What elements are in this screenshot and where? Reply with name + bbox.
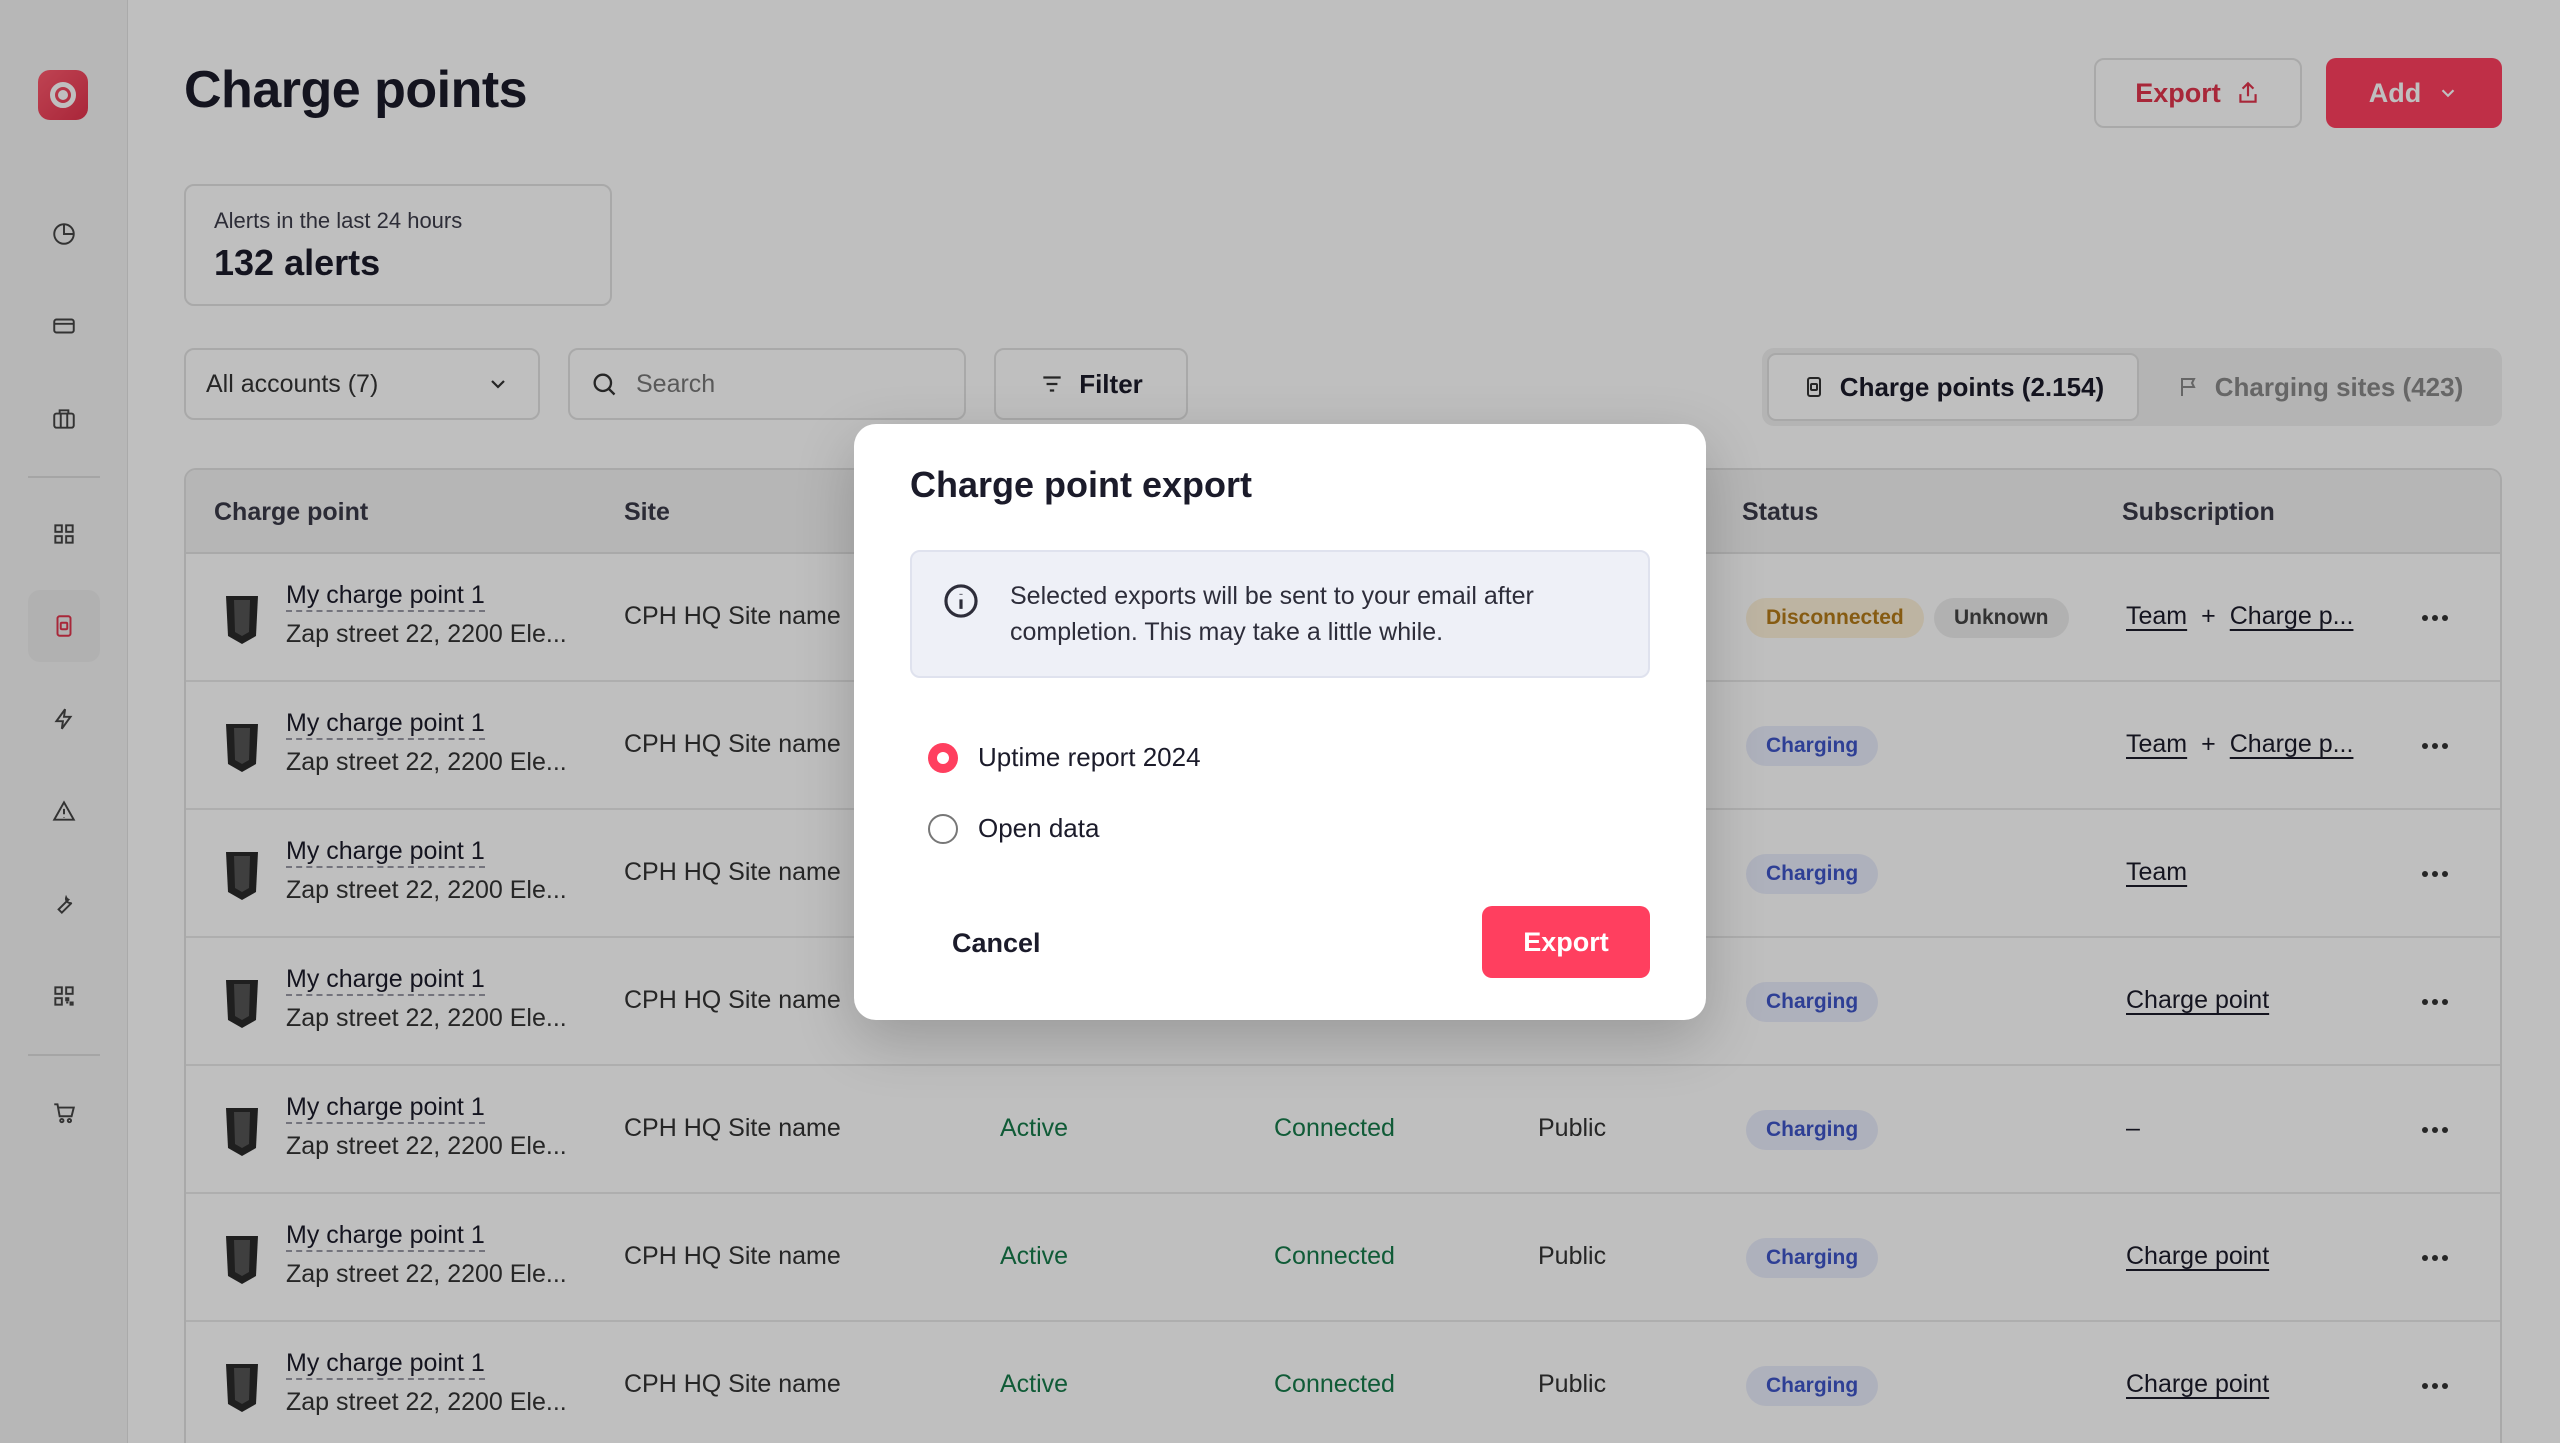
info-text: Selected exports will be sent to your em… xyxy=(1010,582,1534,646)
radio-uptime-report[interactable] xyxy=(928,742,958,773)
radio-open-data[interactable] xyxy=(928,813,958,844)
option-open-data[interactable]: Open data xyxy=(928,813,1099,844)
info-icon xyxy=(944,584,978,618)
option-label: Uptime report 2024 xyxy=(978,742,1201,772)
modal-export-button[interactable]: Export xyxy=(1482,906,1650,978)
option-uptime-report[interactable]: Uptime report 2024 xyxy=(928,742,1201,773)
export-modal: Charge point export Selected exports wil… xyxy=(854,424,1706,1020)
modal-title: Charge point export xyxy=(910,464,1253,505)
cancel-button[interactable]: Cancel xyxy=(952,928,1041,959)
info-box: Selected exports will be sent to your em… xyxy=(910,550,1650,678)
option-label: Open data xyxy=(978,813,1100,843)
